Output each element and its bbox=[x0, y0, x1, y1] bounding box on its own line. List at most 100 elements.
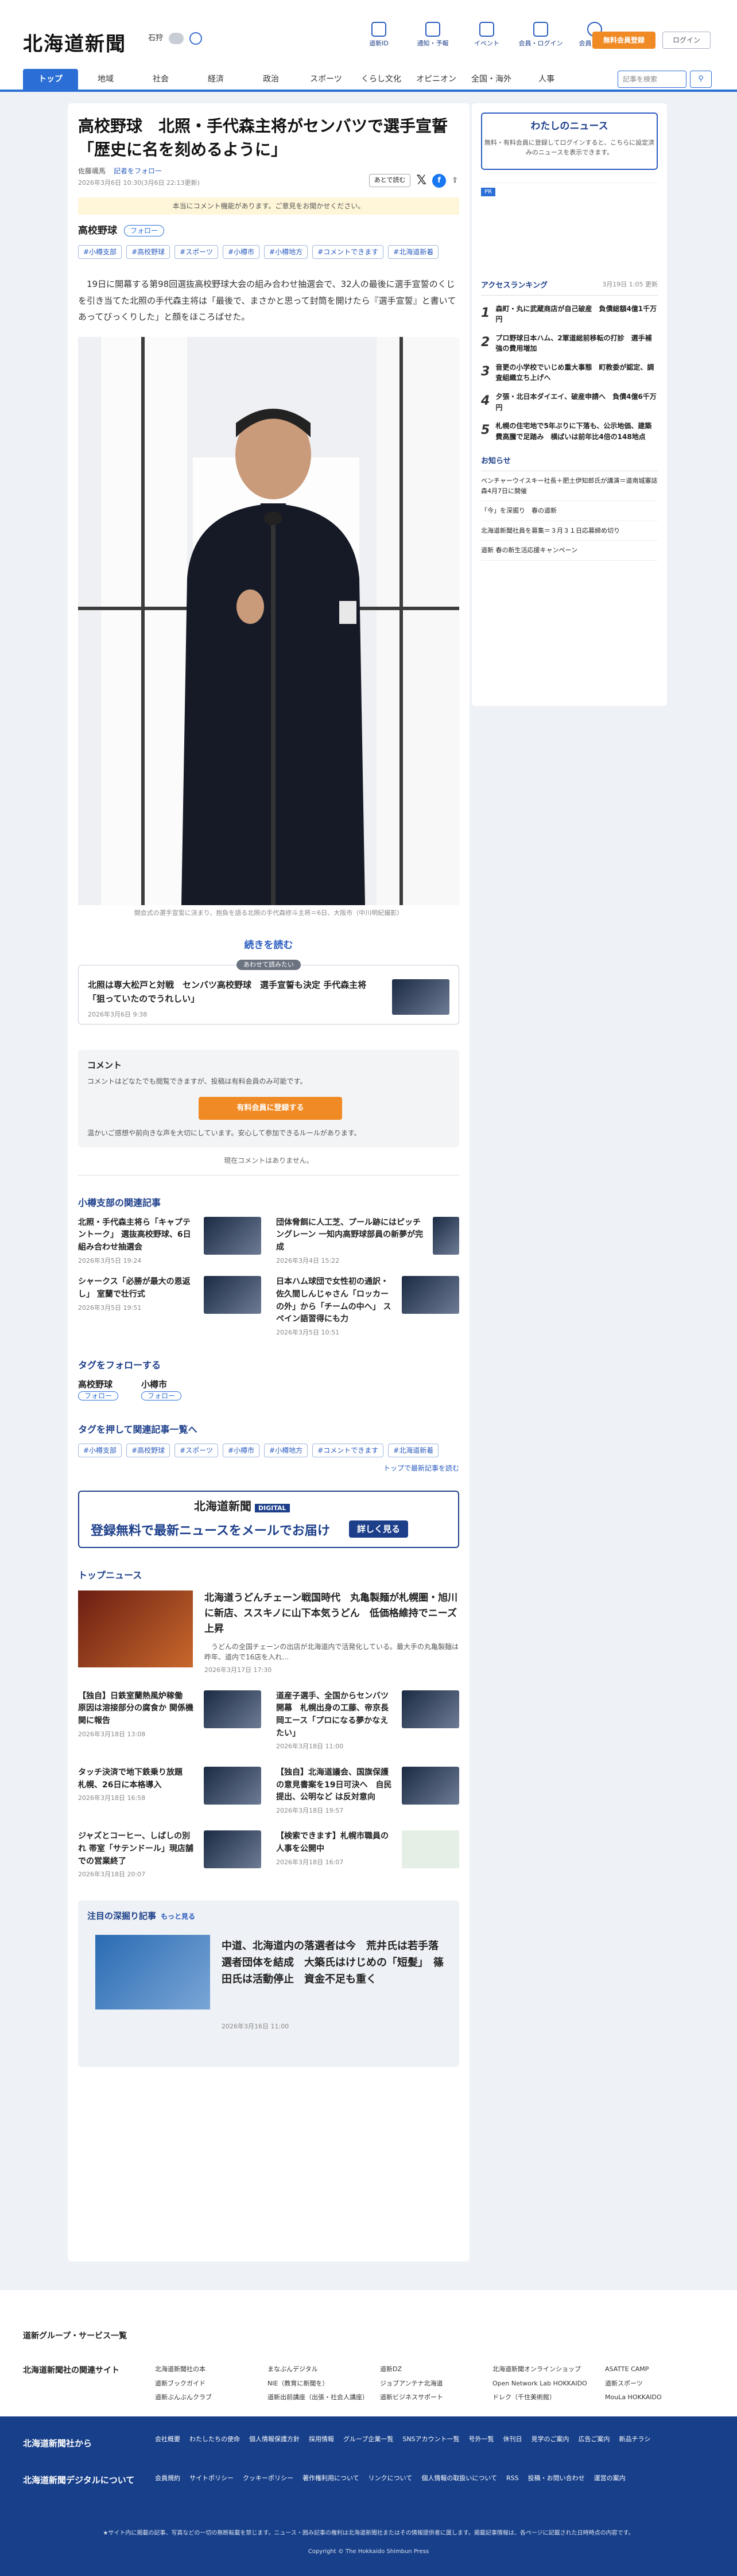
topnews-item[interactable]: タッチ決済で地下鉄乗り放題 札幌、26日に本格導入 2026年3月18日 16:5… bbox=[78, 1766, 261, 1816]
gnav-opinion[interactable]: オピニオン bbox=[409, 69, 464, 90]
footer-link[interactable]: RSS bbox=[506, 2474, 519, 2484]
header-nav-event[interactable]: イベント bbox=[464, 22, 510, 49]
group-services-link[interactable]: 道新グループ・サービス一覧 bbox=[23, 2330, 127, 2342]
weather[interactable]: 石狩 bbox=[148, 32, 203, 45]
tag-chip[interactable]: #小樽支部 bbox=[78, 1443, 122, 1457]
footer-link[interactable]: 道新ビジネスサポート bbox=[380, 2393, 492, 2403]
x-share-icon[interactable]: 𝕏 bbox=[416, 171, 426, 190]
footer-link[interactable]: 休刊日 bbox=[503, 2435, 522, 2445]
footer-link[interactable]: ジョブアンテナ北海道 bbox=[380, 2379, 492, 2389]
footer-link[interactable]: 道新ぶんぶんクラブ bbox=[155, 2393, 267, 2403]
tag-chip[interactable]: #小樽市 bbox=[222, 245, 260, 259]
footer-link[interactable]: 広告ご案内 bbox=[579, 2435, 610, 2445]
follow-tag-button[interactable]: フォロー bbox=[124, 225, 165, 237]
header-nav-id[interactable]: 道新ID bbox=[356, 22, 402, 49]
author-name[interactable]: 佐藤颯馬 bbox=[78, 166, 106, 176]
tag-chip[interactable]: #高校野球 bbox=[126, 1443, 170, 1457]
newsletter-button[interactable]: 詳しく見る bbox=[349, 1520, 409, 1538]
gnav-culture[interactable]: くらし文化 bbox=[354, 69, 409, 90]
related-item[interactable]: 日本ハム球団で女性初の通訳・佐久間しんじゃさん「ロッカーの外」から「チームの中へ… bbox=[276, 1276, 459, 1337]
footer-link[interactable]: SNSアカウント一覧 bbox=[402, 2435, 459, 2445]
tag-chip[interactable]: #コメントできます bbox=[312, 245, 384, 259]
site-logo[interactable]: 北海道新聞 bbox=[23, 30, 126, 59]
tag-chip[interactable]: #高校野球 bbox=[126, 245, 170, 259]
footer-link[interactable]: 会員規約 bbox=[155, 2474, 180, 2484]
ranking-item[interactable]: 2 プロ野球日本ハム、2軍道総前移転の打診 選手補強の費用増加 bbox=[481, 333, 658, 354]
related-item[interactable]: 団体脅餌に人工芝、プール跡にはピッチングレーン 一知内高野球部員の新夢が完成 20… bbox=[276, 1216, 459, 1266]
gnav-personnel[interactable]: 人事 bbox=[519, 69, 574, 90]
footer-link[interactable]: 道新ブックガイド bbox=[155, 2379, 267, 2389]
oshirase-item[interactable]: 北海道新聞社員を募集＝３月３１日応募締め切り bbox=[481, 521, 658, 541]
footer-link[interactable]: Open Network Lab HOKKAIDO bbox=[492, 2379, 605, 2389]
gnav-world[interactable]: 全国・海外 bbox=[464, 69, 519, 90]
tag-chip[interactable]: #スポーツ bbox=[174, 245, 218, 259]
follow-author-link[interactable]: 記者をフォロー bbox=[114, 166, 162, 176]
topnews-item[interactable]: 【独自】日鉄室蘭熱風炉稼働 原因は溶接部分の腐食か 関係機関に報告 2026年3月… bbox=[78, 1690, 261, 1752]
tag-chip[interactable]: #小樽地方 bbox=[264, 245, 308, 259]
gnav-sports[interactable]: スポーツ bbox=[298, 69, 354, 90]
footer-link[interactable]: 会社概要 bbox=[155, 2435, 180, 2445]
footer-link[interactable]: 号外一覧 bbox=[469, 2435, 494, 2445]
gnav-politics[interactable]: 政治 bbox=[243, 69, 298, 90]
ranking-item[interactable]: 1 森町・丸に武蔵商店が自己破産 負債総額4億1千万円 bbox=[481, 304, 658, 325]
tag-chip[interactable]: #小樽支部 bbox=[78, 245, 122, 259]
footer-link[interactable]: 見学のご案内 bbox=[532, 2435, 569, 2445]
read-later-button[interactable]: あとで読む bbox=[368, 174, 411, 187]
footer-link[interactable]: 新品チラシ bbox=[619, 2435, 651, 2445]
article-photo[interactable] bbox=[78, 336, 459, 905]
footer-link[interactable]: 採用情報 bbox=[309, 2435, 334, 2445]
deep-title[interactable]: 中道、北海道内の落選者は今 荒井氏は若手落選者団体を結成 大築氏はけじめの「短髪… bbox=[222, 1938, 445, 1988]
tag-chip[interactable]: #小樽地方 bbox=[264, 1443, 308, 1457]
gnav-region[interactable]: 地域 bbox=[78, 69, 133, 90]
search-input[interactable]: 記事を検索 bbox=[618, 71, 686, 88]
ranking-item[interactable]: 4 夕張・北日本ダイエイ、破産申請へ 負債4億6千万円 bbox=[481, 391, 658, 413]
facebook-share-icon[interactable]: f bbox=[432, 173, 447, 188]
footer-link[interactable]: 個人情報の取扱いについて bbox=[421, 2474, 497, 2484]
gnav-society[interactable]: 社会 bbox=[133, 69, 188, 90]
footer-link[interactable]: 道新DZ bbox=[380, 2365, 492, 2375]
deep-thumbnail[interactable] bbox=[95, 1934, 210, 2009]
my-news-box[interactable]: わたしのニュース 無料・有料会員に登録してログインすると、こちらに設定済みのニュ… bbox=[481, 112, 658, 170]
ranking-item[interactable]: 3 音更の小学校でいじめ重大事態 町教委が認定、調査組織立ち上げへ bbox=[481, 362, 658, 383]
related-item[interactable]: 北照・手代森主将ら「キャプテントーク」 選抜高校野球、6日組み合わせ抽選会 202… bbox=[78, 1216, 261, 1266]
read-more-button[interactable]: 続きを読む bbox=[78, 938, 459, 953]
footer-link[interactable]: わたしたちの使命 bbox=[189, 2435, 240, 2445]
footer-link[interactable]: 道新スポーツ bbox=[605, 2379, 717, 2389]
footer-link[interactable]: ASATTE CAMP bbox=[605, 2365, 717, 2375]
ad-slot[interactable]: PR bbox=[481, 183, 658, 269]
footer-link[interactable]: グループ企業一覧 bbox=[343, 2435, 393, 2445]
footer-link[interactable]: 北海道新聞社の本 bbox=[155, 2365, 267, 2375]
topnews-lead[interactable]: 北海道うどんチェーン戦国時代 丸亀製麺が札幌圏・旭川に新店、ススキノに山下本気う… bbox=[78, 1590, 459, 1675]
footer-link[interactable]: 投稿・お問い合わせ bbox=[528, 2474, 585, 2484]
topnews-item[interactable]: ジャズとコーヒー、しばしの別れ 帯室「サテンドール」現店舗での営業終了 2026年… bbox=[78, 1830, 261, 1880]
ranking-item[interactable]: 5 札幌の住宅地で5年ぶりに下落も、公示地価、建築費高騰で足踏み 横ばいは前年比4… bbox=[481, 421, 658, 442]
oshirase-item[interactable]: 「今」を深掘り 春の道新 bbox=[481, 501, 658, 521]
topnews-item[interactable]: 【検索できます】札幌市職員の人事を公開中 2026年3月18日 16:07 bbox=[276, 1830, 459, 1880]
gnav-economy[interactable]: 経済 bbox=[188, 69, 243, 90]
tag-chip[interactable]: #北海道新着 bbox=[388, 1443, 439, 1457]
footer-link[interactable]: ドレク（千住美術館） bbox=[492, 2393, 605, 2403]
gnav-top[interactable]: トップ bbox=[23, 69, 78, 90]
deep-more-link[interactable]: もっと見る bbox=[161, 1912, 195, 1921]
footer-link[interactable]: サイトポリシー bbox=[189, 2474, 234, 2484]
footer-link[interactable]: 道新出前講座（出張・社会人講座） bbox=[267, 2393, 380, 2403]
tag-chip[interactable]: #コメントできます bbox=[312, 1443, 384, 1457]
footer-link[interactable]: リンクについて bbox=[368, 2474, 413, 2484]
footer-link[interactable]: まなぶんデジタル bbox=[267, 2365, 380, 2375]
follow-tag-button[interactable]: フォロー bbox=[141, 1391, 182, 1400]
tag-chip[interactable]: #北海道新着 bbox=[388, 245, 439, 259]
footer-link[interactable]: NIE（教育に新聞を） bbox=[267, 2379, 380, 2389]
oshirase-item[interactable]: 道新 春の新生活応援キャンペーン bbox=[481, 541, 658, 561]
header-nav-member[interactable]: 会員・ログイン bbox=[518, 22, 564, 49]
header-nav-notify[interactable]: 通知・予報 bbox=[410, 22, 456, 49]
tag-chip[interactable]: #スポーツ bbox=[174, 1443, 218, 1457]
topnews-item[interactable]: 【独自】北海道議会、国旗保護の意見書案を19日可決へ 自民提出、公明など は反対… bbox=[276, 1766, 459, 1816]
to-top-link[interactable]: トップで最新記事を読む bbox=[78, 1463, 459, 1473]
paid-register-button[interactable]: 有料会員に登録する bbox=[199, 1096, 342, 1120]
footer-link[interactable]: 著作権利用について bbox=[302, 2474, 359, 2484]
footer-link[interactable]: クッキーポリシー bbox=[243, 2474, 293, 2484]
follow-tag-button[interactable]: フォロー bbox=[78, 1391, 119, 1400]
login-button[interactable]: ログイン bbox=[662, 32, 711, 49]
topnews-item[interactable]: 道産子選手、全国からセンバツ開幕 札幌出身の工藤、帝京長岡エース「プロになる夢か… bbox=[276, 1690, 459, 1752]
recommend-box[interactable]: あわせて読みたい 北照は専大松戸と対戦 センバツ高校野球 選手宣誓も決定 手代森… bbox=[78, 959, 459, 1025]
